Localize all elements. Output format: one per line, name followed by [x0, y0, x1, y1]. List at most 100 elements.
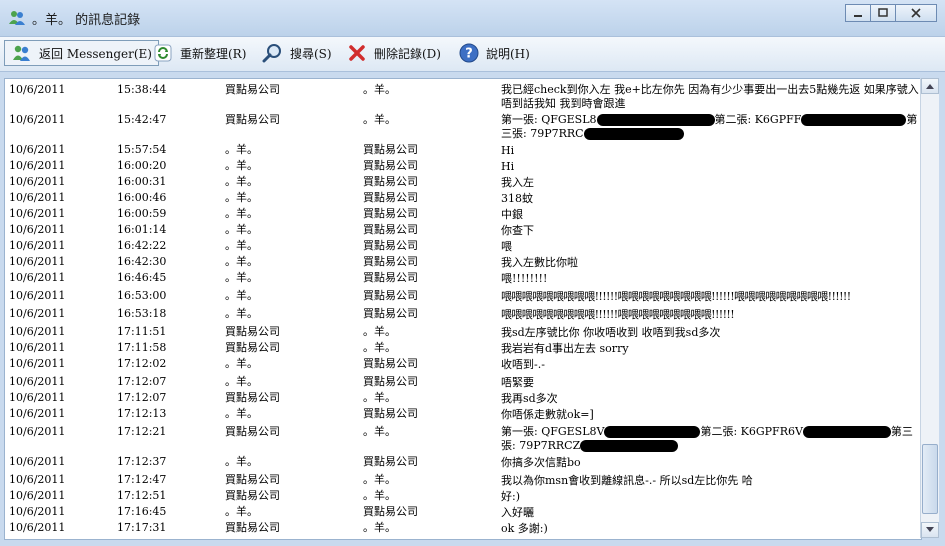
row-date: 10/6/2011	[9, 289, 66, 302]
row-from: 買點易公司	[225, 425, 280, 438]
row-time: 17:12:13	[117, 407, 167, 420]
row-time: 16:53:18	[117, 307, 167, 320]
row-from: 。羊。	[225, 207, 258, 220]
row-time: 17:12:07	[117, 375, 167, 388]
row-to: 。羊。	[363, 473, 396, 486]
row-from: 。羊。	[225, 223, 258, 236]
row-date: 10/6/2011	[9, 223, 66, 236]
row-time: 17:16:45	[117, 505, 167, 518]
messenger-buddies-icon	[11, 42, 33, 64]
scroll-up-button[interactable]	[921, 78, 939, 94]
row-from: 。羊。	[225, 255, 258, 268]
row-to: 買點易公司	[363, 271, 418, 284]
row-date: 10/6/2011	[9, 521, 66, 534]
row-to: 買點易公司	[363, 207, 418, 220]
row-to: 買點易公司	[363, 375, 418, 388]
row-message: 喂喂喂喂喂喂喂喂喂!!!!!!喂喂喂喂喂喂喂喂喂!!!!!!喂喂喂喂喂喂喂喂喂!…	[501, 290, 851, 303]
reorganize-button[interactable]: 重新整理(R)	[148, 40, 250, 66]
row-to: 買點易公司	[363, 239, 418, 252]
row-message: 喂	[501, 240, 512, 253]
row-to: 買點易公司	[363, 307, 418, 320]
vertical-scrollbar[interactable]	[920, 78, 939, 538]
row-date: 10/6/2011	[9, 341, 66, 354]
row-to: 買點易公司	[363, 143, 418, 156]
row-from: 。羊。	[225, 375, 258, 388]
row-message: 入好曬	[501, 506, 534, 519]
row-message: 我sd左序號比你 你收唔收到 收唔到我sd多次	[501, 326, 721, 339]
delete-history-button[interactable]: 刪除記錄(D)	[342, 40, 445, 66]
row-date: 10/6/2011	[9, 159, 66, 172]
row-to: 。羊。	[363, 489, 396, 502]
row-time: 16:00:20	[117, 159, 167, 172]
message-history-window: 。羊。 的訊息記錄 返回 Messenger(E) 重新整理(R) 搜尋(S) …	[0, 0, 945, 546]
redaction-mark	[801, 114, 907, 126]
code-2: 第二張: K6GPFR6V	[700, 425, 803, 438]
row-date: 10/6/2011	[9, 391, 66, 404]
row-date: 10/6/2011	[9, 357, 66, 370]
row-date: 10/6/2011	[9, 505, 66, 518]
maximize-button[interactable]	[870, 4, 896, 22]
back-label: 返回 Messenger(E)	[39, 46, 152, 61]
row-date: 10/6/2011	[9, 307, 66, 320]
row-message: 第一張: QFGESL8V 第二張: K6GPFR6V 第三張: 79P7RRCZ	[501, 425, 919, 453]
row-message: 你唔係走數就ok=]	[501, 408, 594, 421]
row-date: 10/6/2011	[9, 191, 66, 204]
row-to: 買點易公司	[363, 455, 418, 468]
row-message: 我已經check到你入左 我e+比左你先 因為有少少事要出一出去5點幾先返 如果…	[501, 83, 919, 110]
row-date: 10/6/2011	[9, 271, 66, 284]
row-from: 買點易公司	[225, 83, 280, 96]
row-time: 17:12:02	[117, 357, 167, 370]
row-date: 10/6/2011	[9, 239, 66, 252]
row-message: Hi	[501, 160, 515, 173]
row-date: 10/6/2011	[9, 207, 66, 220]
scrollbar-thumb[interactable]	[922, 444, 938, 514]
delete-history-label: 刪除記錄(D)	[374, 46, 441, 61]
row-message: 唔緊要	[501, 376, 534, 389]
messenger-buddies-icon	[8, 10, 26, 26]
row-message: Hi	[501, 144, 515, 157]
search-button[interactable]: 搜尋(S)	[258, 40, 336, 66]
row-from: 買點易公司	[225, 473, 280, 486]
row-time: 17:12:07	[117, 391, 167, 404]
redaction-mark	[583, 128, 684, 140]
row-date: 10/6/2011	[9, 407, 66, 420]
window-controls	[845, 4, 937, 22]
back-to-messenger-button[interactable]: 返回 Messenger(E)	[4, 40, 159, 66]
row-from: 。羊。	[225, 175, 258, 188]
row-message: 我入左數比你啦	[501, 256, 578, 269]
row-from: 買點易公司	[225, 521, 280, 534]
code-2: 第二張: K6GPFF	[714, 113, 802, 126]
row-from: 。羊。	[225, 505, 258, 518]
row-message: 你查下	[501, 224, 534, 237]
close-button[interactable]	[895, 4, 937, 22]
row-from: 。羊。	[225, 289, 258, 302]
row-time: 17:12:51	[117, 489, 167, 502]
redaction-mark	[802, 426, 891, 438]
row-to: 買點易公司	[363, 505, 418, 518]
row-to: 買點易公司	[363, 159, 418, 172]
redaction-mark	[604, 426, 701, 438]
row-message: 我再sd多次	[501, 392, 558, 405]
redaction-mark	[596, 114, 715, 126]
row-message: ok 多謝:)	[501, 522, 548, 535]
row-from: 。羊。	[225, 271, 258, 284]
scroll-down-button[interactable]	[921, 522, 939, 538]
row-date: 10/6/2011	[9, 113, 66, 126]
code-1: 第一張: QFGESL8	[501, 113, 597, 126]
reorganize-label: 重新整理(R)	[180, 46, 247, 61]
title-bar: 。羊。 的訊息記錄	[0, 0, 945, 36]
row-time: 15:57:54	[117, 143, 167, 156]
row-to: 。羊。	[363, 391, 396, 404]
row-date: 10/6/2011	[9, 425, 66, 438]
row-date: 10/6/2011	[9, 489, 66, 502]
help-button[interactable]: ? 說明(H)	[454, 40, 534, 66]
row-time: 16:53:00	[117, 289, 167, 302]
row-date: 10/6/2011	[9, 375, 66, 388]
minimize-button[interactable]	[845, 4, 871, 22]
row-message: 收唔到-.-	[501, 358, 545, 371]
row-time: 17:17:31	[117, 521, 167, 534]
row-to: 。羊。	[363, 325, 396, 338]
row-to: 。羊。	[363, 521, 396, 534]
row-date: 10/6/2011	[9, 83, 66, 96]
row-message: 318蚊	[501, 192, 533, 205]
